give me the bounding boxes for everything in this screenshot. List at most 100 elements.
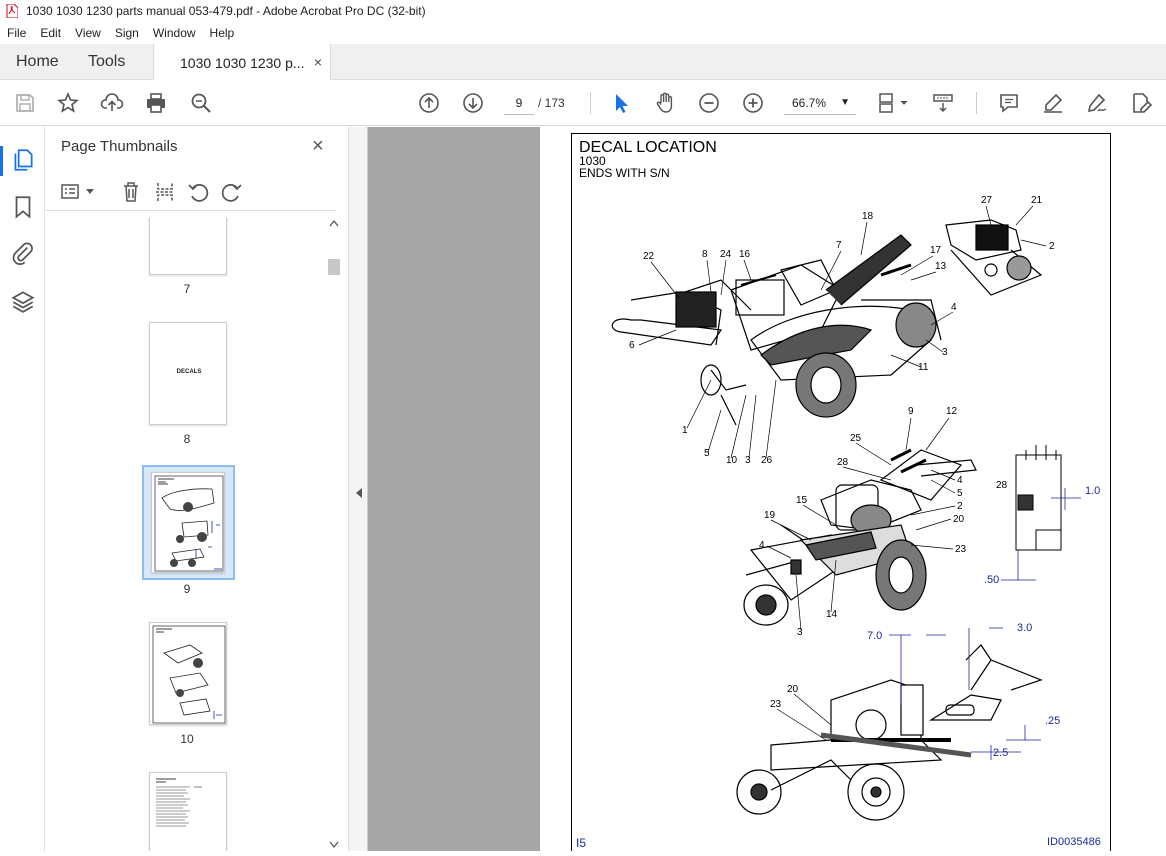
navigation-rail <box>0 127 45 851</box>
tab-tools[interactable]: Tools <box>88 44 125 80</box>
thumbnails-icon[interactable] <box>10 147 36 173</box>
bottom-machine-illustration <box>736 644 1043 821</box>
thumbnail-diagram-preview <box>154 475 224 572</box>
callout: 5 <box>704 448 710 459</box>
sign-icon[interactable] <box>1084 90 1110 116</box>
tab-home[interactable]: Home <box>16 44 59 80</box>
document-serial: ENDS WITH S/N <box>579 166 670 180</box>
cursor-icon[interactable] <box>608 90 634 116</box>
callout: 4 <box>759 540 765 551</box>
rotate-right-icon[interactable] <box>221 181 243 203</box>
menu-window[interactable]: Window <box>146 26 203 40</box>
window-titlebar: 1030 1030 1230 parts manual 053-479.pdf … <box>0 0 1166 22</box>
panel-splitter[interactable] <box>348 127 368 851</box>
page-footer-number: I5 <box>576 836 587 850</box>
star-icon[interactable] <box>55 90 81 116</box>
callout: 21 <box>1031 195 1043 206</box>
page-up-icon[interactable] <box>416 90 442 116</box>
thumbnail-page-7[interactable] <box>149 217 227 275</box>
callout: 22 <box>643 251 655 262</box>
callout: 3 <box>942 347 948 358</box>
fit-page-icon[interactable] <box>874 90 910 116</box>
hand-icon[interactable] <box>652 90 678 116</box>
print-icon[interactable] <box>143 90 169 116</box>
attachment-icon[interactable] <box>10 240 36 266</box>
toolbar-separator <box>590 92 591 114</box>
callout: 5 <box>957 488 963 499</box>
save-icon[interactable] <box>12 90 38 116</box>
callout: 2 <box>957 501 963 512</box>
callout: 16 <box>739 249 751 260</box>
callout: 28 <box>996 480 1008 491</box>
tab-document[interactable]: 1030 1030 1230 p... × <box>153 44 331 81</box>
callout: 10 <box>726 455 738 466</box>
callout: 2 <box>1049 241 1055 252</box>
callout: 24 <box>720 249 732 260</box>
chevron-down-icon: ▼ <box>840 97 850 108</box>
thumbnail-table-preview <box>156 778 202 827</box>
collapse-panel-icon[interactable] <box>354 487 364 499</box>
callout: 15 <box>796 495 808 506</box>
menu-edit[interactable]: Edit <box>33 26 68 40</box>
menu-view[interactable]: View <box>68 26 108 40</box>
callout: 17 <box>930 245 942 256</box>
dimension: 3.0 <box>1017 622 1032 634</box>
layers-icon[interactable] <box>10 288 36 314</box>
highlight-icon[interactable] <box>1040 90 1066 116</box>
rotate-left-icon[interactable] <box>187 181 209 203</box>
thumbnail-page-11[interactable] <box>149 772 227 851</box>
delete-page-icon[interactable] <box>120 181 142 203</box>
scroll-mode-icon[interactable] <box>930 90 956 116</box>
zoom-in-icon[interactable] <box>740 90 766 116</box>
panel-toolbar <box>46 175 336 211</box>
zoom-out-icon[interactable] <box>696 90 722 116</box>
tab-document-label: 1030 1030 1230 p... <box>180 54 305 71</box>
thumbnail-label: 10 <box>180 732 194 746</box>
bookmark-icon[interactable] <box>10 194 36 220</box>
comment-icon[interactable] <box>996 90 1022 116</box>
acrobat-logo-icon <box>6 4 18 18</box>
thumbnail-list: 7 DECALS 8 9 10 <box>46 217 328 851</box>
thumbnails-panel: Page Thumbnails × 7 DECALS 8 9 10 <box>46 127 348 851</box>
callout: 23 <box>955 544 967 555</box>
edit-pdf-icon[interactable] <box>1128 90 1154 116</box>
menu-bar: File Edit View Sign Window Help <box>0 22 1166 44</box>
callout: 23 <box>770 699 782 710</box>
extract-page-icon[interactable] <box>154 181 176 203</box>
thumbnail-label: 8 <box>183 432 191 446</box>
dimension: .50 <box>984 574 999 586</box>
callout: 20 <box>953 514 965 525</box>
callout: 11 <box>918 362 929 373</box>
thumbnail-label: 9 <box>183 582 191 596</box>
dimension: 7.0 <box>867 630 882 642</box>
callout: 9 <box>908 406 914 417</box>
dimension: 2.5 <box>993 747 1008 759</box>
upload-icon[interactable] <box>99 90 125 116</box>
thumbnail-options-icon[interactable] <box>60 181 84 203</box>
menu-file[interactable]: File <box>0 26 33 40</box>
callout: 18 <box>862 211 874 222</box>
callout: 3 <box>745 455 751 466</box>
thumbnail-page-9[interactable] <box>151 472 225 573</box>
thumbnail-page-10[interactable] <box>149 622 227 725</box>
decal-location-drawing: 22 8 24 16 18 7 17 13 27 21 2 4 3 11 6 1… <box>611 195 1100 821</box>
zoom-search-icon[interactable] <box>188 90 214 116</box>
page-down-icon[interactable] <box>460 90 486 116</box>
callout: 12 <box>946 406 958 417</box>
thumbnail-text: DECALS <box>176 369 202 375</box>
dimension: .25 <box>1045 715 1060 727</box>
menu-help[interactable]: Help <box>203 26 242 40</box>
thumbnail-scrollbar[interactable] <box>326 217 342 851</box>
page-number-input[interactable]: 9 <box>504 91 534 115</box>
tab-close-button[interactable]: × <box>314 54 322 70</box>
callout-labels: 22 8 24 16 18 7 17 13 27 21 2 4 3 11 6 1… <box>629 195 1055 710</box>
thumbnail-page-8[interactable]: DECALS <box>149 322 227 425</box>
window-title: 1030 1030 1230 parts manual 053-479.pdf … <box>26 4 426 18</box>
page-total: / 173 <box>538 96 565 110</box>
zoom-select[interactable]: 66.7% ▼ <box>784 91 856 115</box>
panel-close-button[interactable]: × <box>312 135 324 158</box>
chevron-down-icon[interactable] <box>85 188 95 196</box>
menu-sign[interactable]: Sign <box>108 26 146 40</box>
callout: 3 <box>797 627 803 638</box>
callout: 8 <box>702 249 708 260</box>
